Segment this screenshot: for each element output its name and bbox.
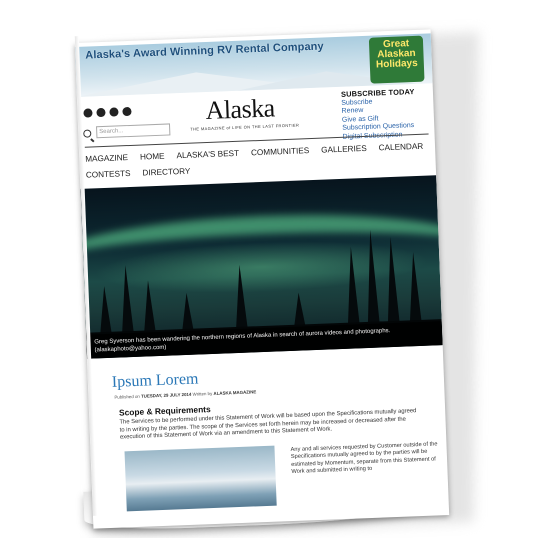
tree <box>141 280 157 335</box>
banner-title: Alaska's Award Winning RV Rental Company <box>85 40 324 62</box>
tree <box>180 292 195 334</box>
tree <box>233 264 248 332</box>
pinterest-icon[interactable] <box>122 106 132 117</box>
twitter-icon[interactable] <box>96 107 106 118</box>
social-icons <box>83 106 132 118</box>
tree <box>98 285 113 337</box>
site-logo[interactable]: Alaska <box>205 93 275 126</box>
publish-date: TUESDAY, 29 JULY 2014 <box>140 391 192 399</box>
magazine-page: Alaska's Award Winning RV Rental Company… <box>74 29 450 529</box>
nav-item-magazine[interactable]: MAGAZINE <box>85 153 128 164</box>
article-image <box>124 445 277 512</box>
nav-item-contests[interactable]: CONTESTS <box>86 169 131 180</box>
nav-item-home[interactable]: HOME <box>140 152 165 162</box>
nav-item-galleries[interactable]: GALLERIES <box>321 144 367 155</box>
article-body-continued: Any and all services requested by Custom… <box>290 441 438 475</box>
tree <box>292 292 306 329</box>
aurora-photo: Greg Syverson has been wandering the nor… <box>80 175 443 359</box>
section-heading: Scope & Requirements <box>118 404 211 418</box>
published-label: Published on <box>114 393 140 400</box>
nav-item-communities[interactable]: COMMUNITIES <box>251 146 310 157</box>
written-label: Written by <box>192 390 213 397</box>
search-icon[interactable] <box>83 129 92 138</box>
article-title[interactable]: Ipsum Lorem <box>112 371 199 392</box>
search-input[interactable]: Search... <box>96 123 171 139</box>
nav-item-directory[interactable]: DIRECTORY <box>142 167 190 178</box>
promo-line: Holidays <box>375 57 418 71</box>
nav-item-calendar[interactable]: CALENDAR <box>379 142 424 153</box>
facebook-icon[interactable] <box>83 108 93 118</box>
email-icon[interactable] <box>109 107 119 117</box>
author-name: ALASKA MAGAZINE <box>213 389 257 396</box>
nav-item-alaskas-best[interactable]: ALASKA'S BEST <box>176 149 239 160</box>
promo-logo[interactable]: Great Alaskan Holidays <box>368 35 425 84</box>
